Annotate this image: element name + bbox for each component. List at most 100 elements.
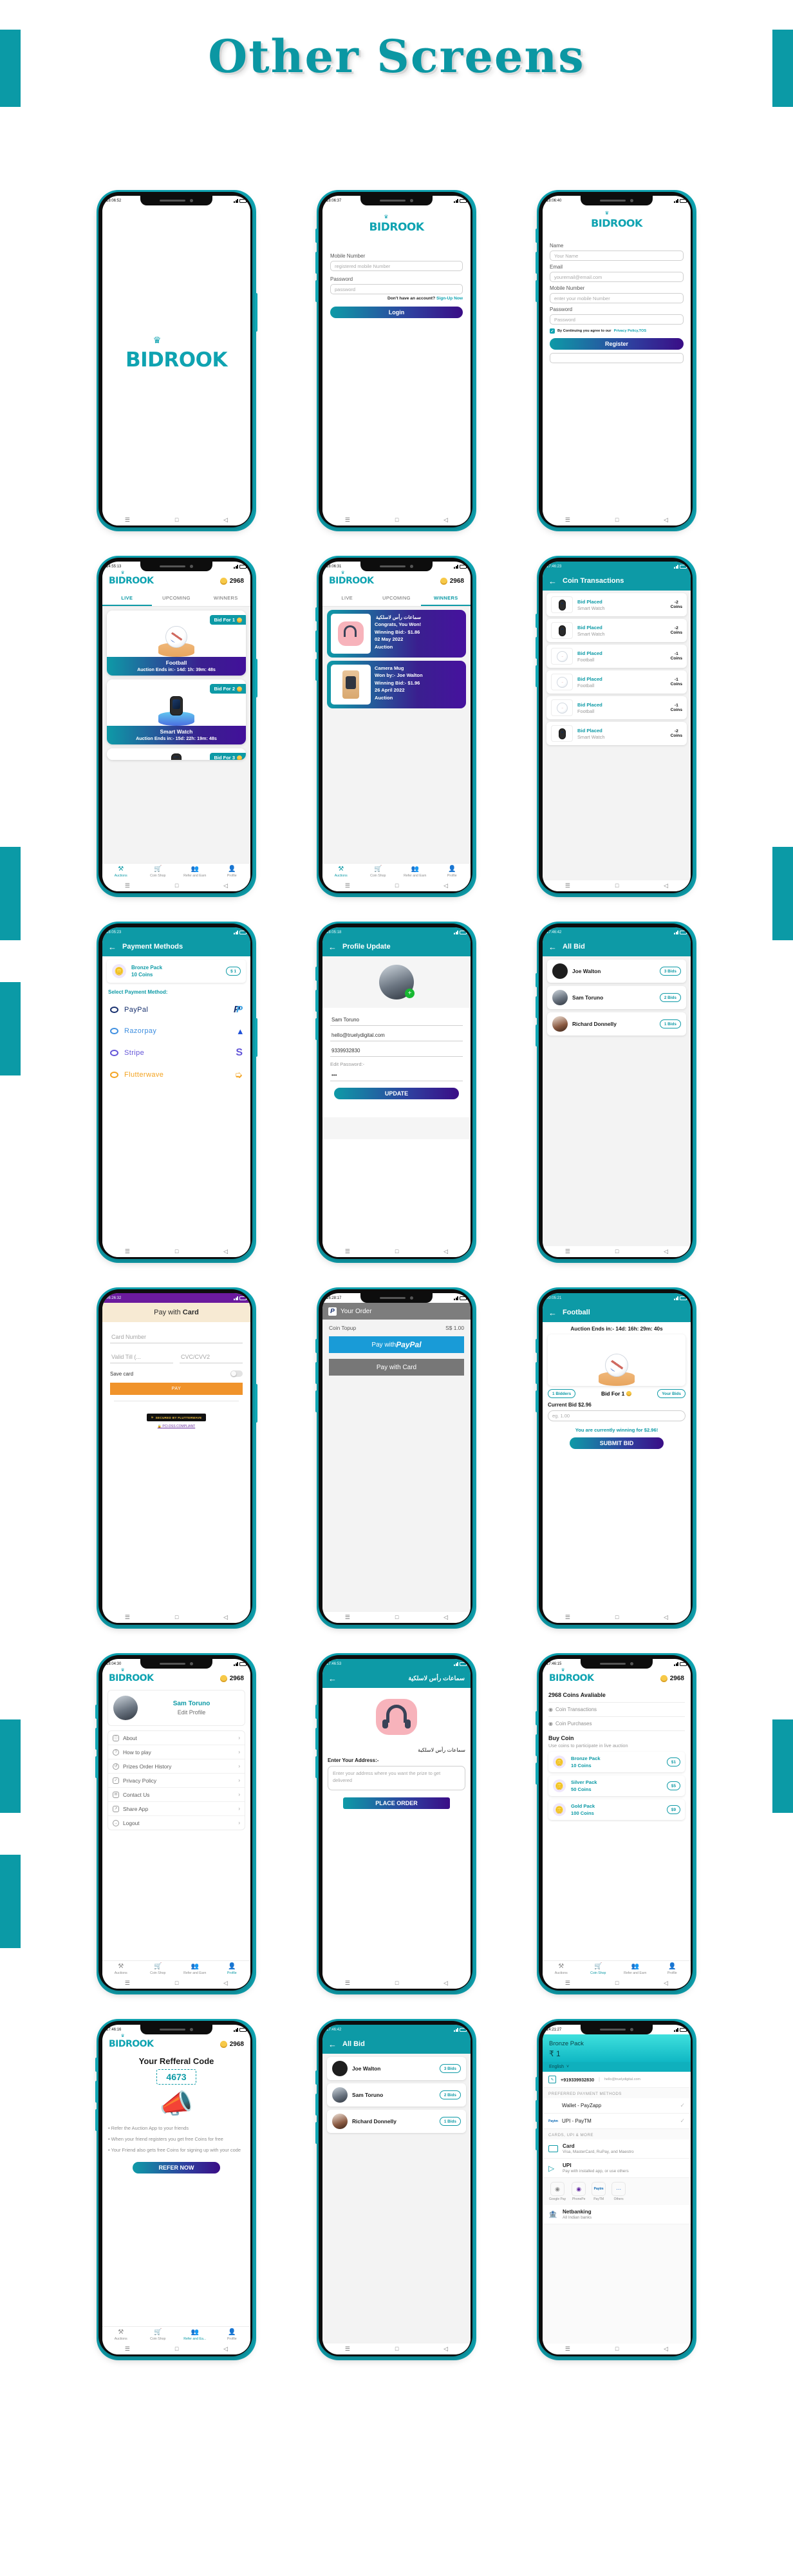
nav-back-icon[interactable]: ◁	[223, 1249, 228, 1255]
nav-back-icon[interactable]: ◁	[664, 2346, 668, 2352]
coin-balance[interactable]: 2968	[219, 1674, 244, 1682]
auction-card[interactable]: Bid For 1 Football Auction Ends in:- 14d…	[107, 611, 246, 676]
payment-option-paypal[interactable]: PayPal PP	[102, 999, 250, 1020]
nav-back-icon[interactable]: ◁	[664, 1615, 668, 1620]
option-upi-row[interactable]: ▷ UPI Pay with installed app, or use oth…	[543, 2159, 691, 2178]
coin-pack-row[interactable]: 🪙 Bronze Pack 10 Coins $1	[548, 1752, 685, 1772]
coin-balance[interactable]: 2968	[219, 577, 244, 585]
nav-home-icon[interactable]: □	[615, 517, 619, 523]
menu-item-logout[interactable]: → Logout ›	[108, 1816, 245, 1830]
tab-upcoming[interactable]: UPCOMING	[372, 591, 422, 606]
update-button[interactable]: UPDATE	[334, 1088, 459, 1099]
nav-back-icon[interactable]: ◁	[223, 1615, 228, 1620]
tab-winners[interactable]: WINNERS	[201, 591, 250, 606]
tab-auctions[interactable]: ⚒ Auctions	[543, 1961, 580, 1978]
nav-back-icon[interactable]: ◁	[443, 1249, 448, 1255]
transaction-row[interactable]: Bid Placed Football -1 Coins	[546, 696, 687, 719]
tab-live[interactable]: LIVE	[102, 591, 152, 606]
coin-pack-row[interactable]: 🪙 Silver Pack 50 Coins $5	[548, 1776, 685, 1796]
coin-balance[interactable]: 2968	[219, 2040, 244, 2048]
bid-chip[interactable]: Bid For 1	[210, 615, 246, 625]
extra-field[interactable]	[550, 353, 684, 363]
nav-menu-icon[interactable]: ☰	[125, 517, 130, 523]
bidder-row[interactable]: Joe Walton 3 Bids	[327, 2057, 466, 2080]
profile-card[interactable]: Sam Toruno Edit Profile	[107, 1690, 245, 1726]
nav-home-icon[interactable]: □	[395, 883, 398, 889]
back-arrow-icon[interactable]: ←	[548, 942, 557, 952]
tab-coin-shop[interactable]: 🛒 Coin Shop	[140, 1961, 177, 1978]
edit-icon[interactable]: ✎	[548, 2076, 556, 2083]
bidders-count[interactable]: 1 Bidders	[548, 1389, 576, 1398]
payment-option-stripe[interactable]: Stripe S	[102, 1042, 250, 1064]
tab-profile[interactable]: 👤 Profile	[214, 864, 251, 880]
back-arrow-icon[interactable]: ←	[548, 1308, 557, 1318]
email-input[interactable]: youremail@email.com	[550, 272, 684, 282]
nav-menu-icon[interactable]: ☰	[565, 1249, 570, 1255]
tab-winners[interactable]: WINNERS	[421, 591, 471, 606]
mobile-field[interactable]: 9339932830	[330, 1045, 463, 1057]
tab-live[interactable]: LIVE	[322, 591, 372, 606]
password-input[interactable]: Password	[550, 314, 684, 325]
transaction-row[interactable]: Bid Placed Smart Watch -2 Coins	[546, 593, 687, 616]
contact-row[interactable]: ✎ +919339932830 | hello@truelydigital.co…	[543, 2072, 691, 2088]
coin-balance[interactable]: 2968	[440, 577, 464, 585]
submit-bid-button[interactable]: SUBMIT BID	[570, 1437, 664, 1449]
mobile-input[interactable]: registered mobile Number	[330, 261, 463, 271]
preferred-method-row[interactable]: Wallet - PayZapp ✓	[543, 2098, 691, 2114]
nav-menu-icon[interactable]: ☰	[125, 883, 130, 889]
back-arrow-icon[interactable]: ←	[328, 1674, 337, 1683]
your-bids-button[interactable]: Your Bids	[657, 1389, 686, 1398]
transaction-row[interactable]: Bid Placed Football -1 Coins	[546, 670, 687, 694]
upi-app-paytm[interactable]: Paytm PayTM	[592, 2182, 606, 2201]
name-input[interactable]: Your Name	[550, 251, 684, 261]
valid-till-input[interactable]: Valid Till (...	[110, 1351, 173, 1363]
menu-item-share-app[interactable]: ↗ Share App ›	[108, 1802, 245, 1816]
coin-purchases-link[interactable]: ◉ Coin Purchases	[548, 1717, 685, 1731]
transaction-row[interactable]: Bid Placed Smart Watch -2 Coins	[546, 619, 687, 642]
tab-coin-shop[interactable]: 🛒 Coin Shop	[140, 2327, 177, 2344]
nav-home-icon[interactable]: □	[395, 517, 398, 523]
nav-home-icon[interactable]: □	[615, 2346, 619, 2352]
nav-back-icon[interactable]: ◁	[664, 1980, 668, 1986]
upi-app-google-pay[interactable]: ◉ Google Pay	[549, 2182, 566, 2201]
nav-back-icon[interactable]: ◁	[223, 883, 228, 889]
tab-profile[interactable]: 👤 Profile	[214, 2327, 251, 2344]
nav-back-icon[interactable]: ◁	[443, 517, 448, 523]
referral-code[interactable]: 4673	[156, 2069, 196, 2085]
tab-refer[interactable]: 👥 Refer and Earn	[617, 1961, 654, 1978]
nav-menu-icon[interactable]: ☰	[565, 1615, 570, 1620]
winner-card[interactable]: سماعات رأس لاسلكية Congrats, You Won! Wi…	[327, 610, 466, 658]
auction-card[interactable]: Bid For 2 Smart Watch Auction Ends in:- …	[107, 679, 246, 744]
radio-flutterwave[interactable]	[110, 1072, 118, 1078]
add-photo-button[interactable]: +	[405, 989, 415, 998]
nav-home-icon[interactable]: □	[175, 517, 178, 523]
transaction-row[interactable]: Bid Placed Smart Watch -2 Coins	[546, 722, 687, 745]
password-input[interactable]: password	[330, 284, 463, 294]
nav-home-icon[interactable]: □	[175, 2346, 178, 2352]
radio-stripe[interactable]	[110, 1050, 118, 1056]
nav-back-icon[interactable]: ◁	[443, 2346, 448, 2352]
nav-home-icon[interactable]: □	[395, 1980, 398, 1986]
radio-razorpay[interactable]	[110, 1028, 118, 1034]
nav-back-icon[interactable]: ◁	[443, 1980, 448, 1986]
nav-menu-icon[interactable]: ☰	[125, 2346, 130, 2352]
tab-coin-shop[interactable]: 🛒 Coin Shop	[360, 864, 397, 880]
nav-home-icon[interactable]: □	[175, 1980, 178, 1986]
card-number-input[interactable]: Card Number	[110, 1331, 243, 1343]
tab-refer[interactable]: 👥 Refer and Earn	[176, 1961, 214, 1978]
coin-balance[interactable]: 2968	[660, 1674, 684, 1682]
pci-compliant-link[interactable]: 🔒 PCI-DSS COMPLIANT	[110, 1425, 243, 1428]
nav-home-icon[interactable]: □	[395, 1615, 398, 1620]
back-arrow-icon[interactable]: ←	[328, 2040, 337, 2049]
tab-profile[interactable]: 👤 Profile	[654, 1961, 691, 1978]
edit-profile-link[interactable]: Edit Profile	[144, 1709, 239, 1716]
nav-home-icon[interactable]: □	[175, 1615, 178, 1620]
cvc-input[interactable]: CVC/CVV2	[180, 1351, 243, 1363]
tab-profile[interactable]: 👤 Profile	[434, 864, 471, 880]
nav-home-icon[interactable]: □	[395, 1249, 398, 1255]
winner-card[interactable]: Camera Mug Won by:- Joe Walton Winning B…	[327, 661, 466, 708]
bidder-row[interactable]: Richard Donnelly 1 Bids	[327, 2110, 466, 2133]
nav-menu-icon[interactable]: ☰	[345, 517, 350, 523]
tab-profile[interactable]: 👤 Profile	[214, 1961, 251, 1978]
nav-menu-icon[interactable]: ☰	[345, 2346, 350, 2352]
